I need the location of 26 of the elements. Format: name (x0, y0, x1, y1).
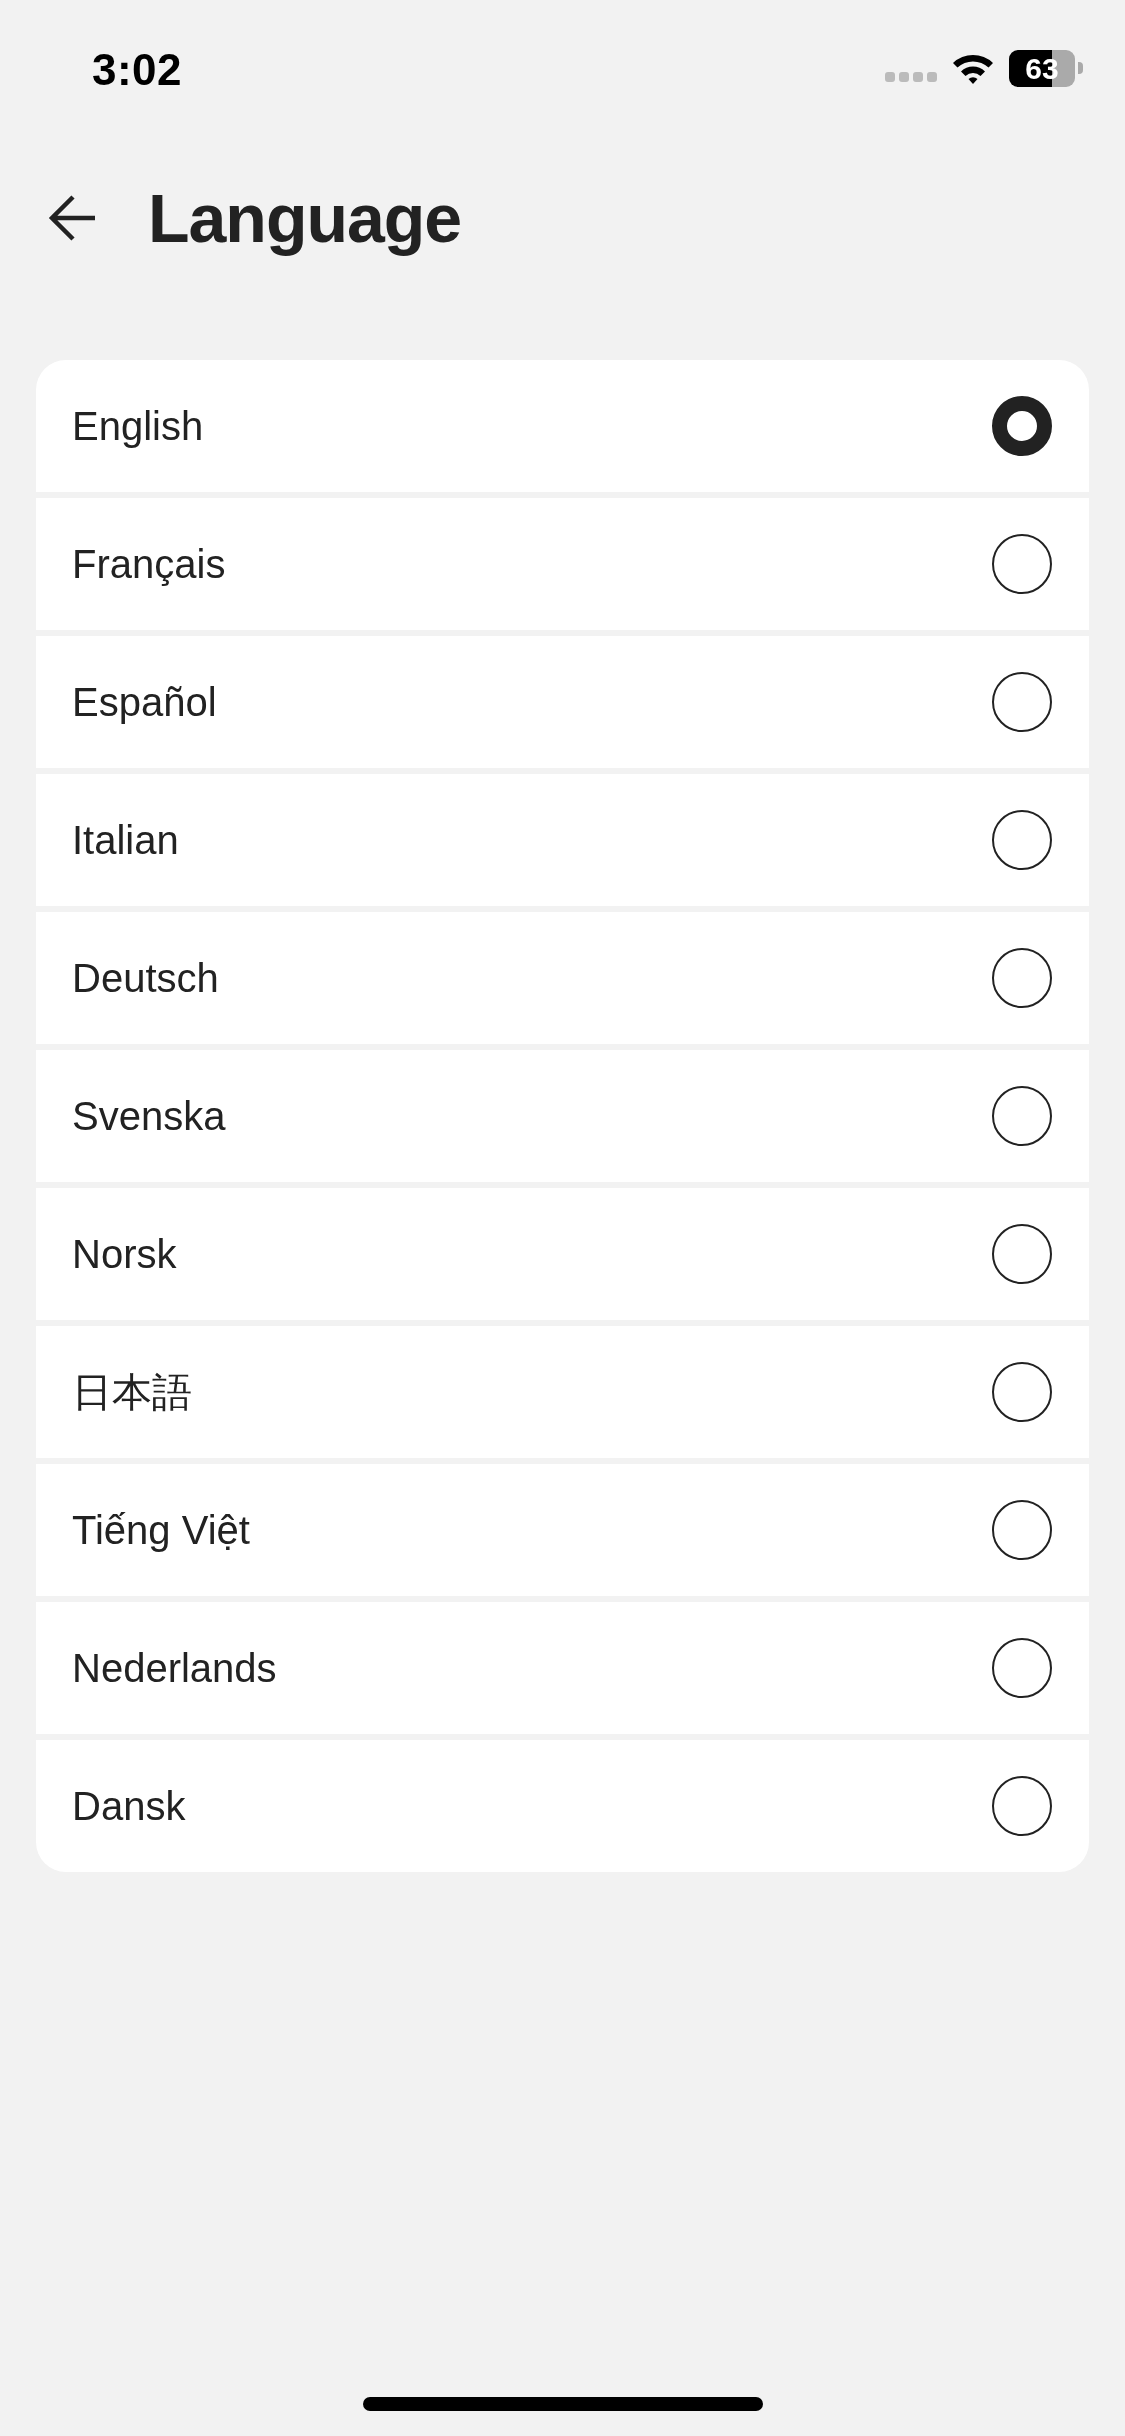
radio-button[interactable] (992, 1500, 1052, 1560)
radio-button[interactable] (992, 1086, 1052, 1146)
radio-button[interactable] (992, 1224, 1052, 1284)
signal-icon (885, 72, 937, 82)
radio-button[interactable] (992, 1776, 1052, 1836)
radio-button[interactable] (992, 396, 1052, 456)
language-option[interactable]: Deutsch (36, 912, 1089, 1044)
language-option[interactable]: Français (36, 498, 1089, 630)
language-option[interactable]: Norsk (36, 1188, 1089, 1320)
language-option[interactable]: Tiếng Việt (36, 1464, 1089, 1596)
back-button[interactable] (48, 194, 96, 242)
status-time: 3:02 (92, 48, 183, 92)
language-option[interactable]: English (36, 360, 1089, 492)
language-option[interactable]: Dansk (36, 1740, 1089, 1872)
language-option[interactable]: Italian (36, 774, 1089, 906)
radio-button[interactable] (992, 1362, 1052, 1422)
page-title: Language (148, 179, 462, 258)
radio-button[interactable] (992, 1638, 1052, 1698)
radio-button[interactable] (992, 672, 1052, 732)
radio-button[interactable] (992, 948, 1052, 1008)
radio-button[interactable] (992, 810, 1052, 870)
language-option[interactable]: Svenska (36, 1050, 1089, 1182)
language-option[interactable]: 日本語 (36, 1326, 1089, 1458)
radio-button[interactable] (992, 534, 1052, 594)
language-option[interactable]: Español (36, 636, 1089, 768)
language-option[interactable]: Nederlands (36, 1602, 1089, 1734)
